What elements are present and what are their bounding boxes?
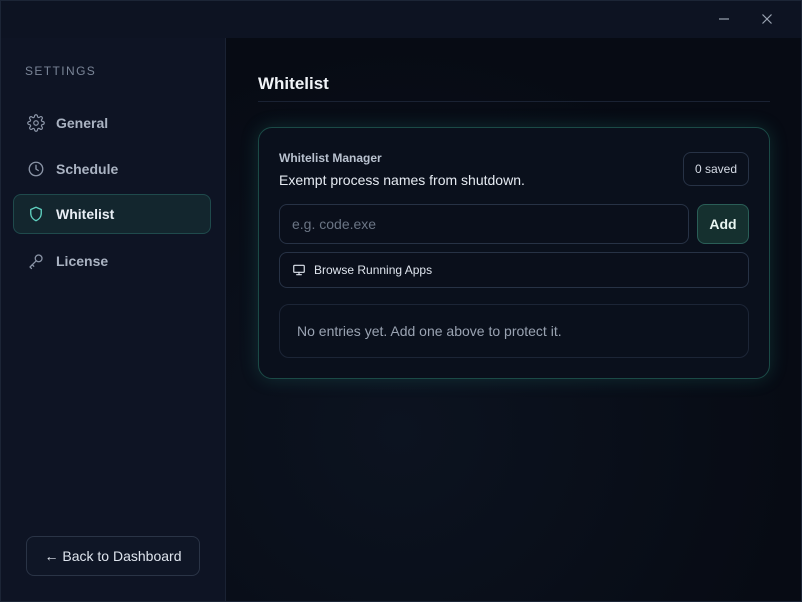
page-title: Whitelist bbox=[258, 74, 329, 93]
key-icon bbox=[26, 251, 46, 271]
whitelist-manager-card: Whitelist Manager Exempt process names f… bbox=[258, 127, 770, 379]
sidebar-item-whitelist[interactable]: Whitelist bbox=[13, 194, 211, 234]
title-bar bbox=[1, 1, 801, 39]
browse-running-apps-label: Browse Running Apps bbox=[314, 263, 433, 277]
sidebar-item-general[interactable]: General bbox=[13, 103, 211, 143]
sidebar-item-label: Schedule bbox=[56, 161, 119, 177]
card-title: Whitelist Manager bbox=[279, 151, 382, 165]
sidebar-heading: SETTINGS bbox=[25, 64, 97, 78]
card-subtitle: Exempt process names from shutdown. bbox=[279, 172, 525, 188]
minimize-icon bbox=[719, 18, 729, 20]
clock-icon bbox=[26, 159, 46, 179]
sidebar-item-license[interactable]: License bbox=[13, 241, 211, 281]
back-to-dashboard-button[interactable]: ← Back to Dashboard bbox=[26, 536, 200, 576]
sidebar-item-label: License bbox=[56, 253, 109, 269]
title-divider bbox=[258, 101, 770, 102]
sidebar: SETTINGS General Schedule Whitelist Lice… bbox=[1, 38, 226, 601]
sidebar-item-label: General bbox=[56, 115, 109, 131]
sidebar-item-label: Whitelist bbox=[56, 206, 115, 222]
shield-icon bbox=[26, 204, 46, 224]
process-name-input[interactable] bbox=[279, 204, 689, 244]
gear-icon bbox=[26, 113, 46, 133]
app-window: SETTINGS General Schedule Whitelist Lice… bbox=[0, 0, 802, 602]
sidebar-item-schedule[interactable]: Schedule bbox=[13, 149, 211, 189]
saved-count-badge: 0 saved bbox=[683, 152, 749, 186]
close-button[interactable] bbox=[749, 5, 785, 33]
browse-running-apps-button[interactable]: Browse Running Apps bbox=[279, 252, 749, 288]
whitelist-empty-state: No entries yet. Add one above to protect… bbox=[279, 304, 749, 358]
add-button[interactable]: Add bbox=[697, 204, 749, 244]
monitor-icon bbox=[292, 263, 306, 277]
minimize-button[interactable] bbox=[706, 5, 742, 33]
main-content: Whitelist Whitelist Manager Exempt proce… bbox=[226, 38, 801, 601]
close-icon bbox=[762, 14, 772, 24]
